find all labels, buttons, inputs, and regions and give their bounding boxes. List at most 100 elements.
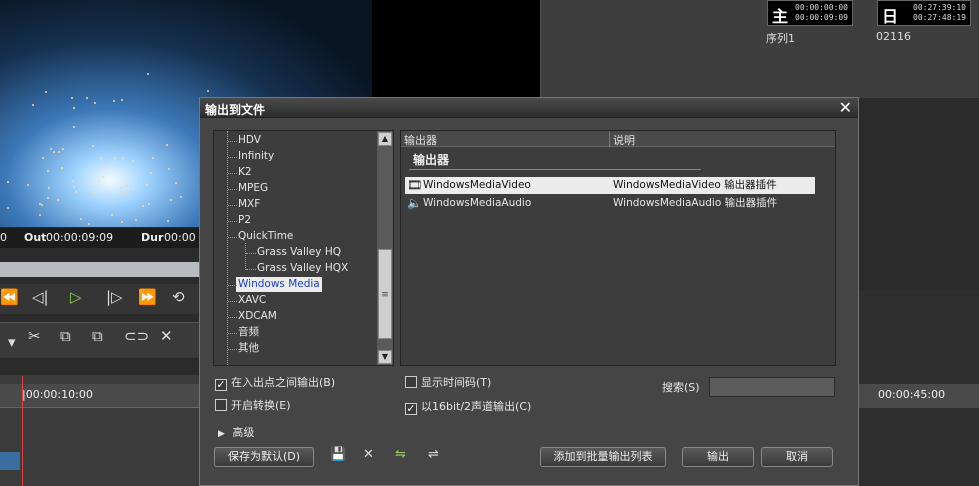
copy-icon[interactable]: ⧉: [60, 327, 71, 345]
step-forward-icon[interactable]: |▷: [106, 288, 123, 306]
sequence-icon: 日: [882, 7, 899, 26]
bit16-checkbox[interactable]: ✓ 以16bit/2声道输出(C): [405, 399, 531, 415]
exporter-description: WindowsMediaAudio 输出器插件: [613, 197, 778, 209]
add-batch-button[interactable]: 添加到批量输出列表: [540, 447, 666, 467]
play-icon[interactable]: ▷: [70, 288, 82, 306]
film-icon: 🎞: [407, 178, 423, 192]
timecode-bar: 0 Out 00:00:09:09 Dur 00:00: [0, 228, 200, 248]
advanced-expander[interactable]: ▶ 高级: [218, 424, 254, 440]
fast-forward-icon[interactable]: ⏩: [138, 288, 157, 306]
save-default-button[interactable]: 保存为默认(D): [214, 447, 314, 467]
checkbox-mark: ✓: [215, 378, 227, 391]
checkbox-label: 开启转换(E): [231, 399, 291, 412]
save-icon[interactable]: 💾: [330, 447, 346, 462]
sequence-thumb-2[interactable]: 日 00:27:39:10 00:27:48:19: [877, 0, 971, 26]
exporter-list: 输出器 说明 输出器 🎞 WindowsMediaVideo WindowsMe…: [400, 130, 836, 366]
cut-icon[interactable]: ✂: [28, 327, 41, 345]
timeline-ruler-right[interactable]: 00:00:45:00: [858, 384, 979, 408]
scroll-up-icon[interactable]: ▲: [378, 132, 392, 146]
tree-item[interactable]: XAVC: [238, 293, 266, 308]
out-label: Out: [24, 231, 47, 244]
tree-item[interactable]: 其他: [238, 341, 259, 356]
cancel-button[interactable]: 取消: [761, 447, 833, 467]
transport-controls: ⏪ ◁| ▷ |▷ ⏩ ⟲: [0, 284, 200, 314]
checkbox-mark: [405, 376, 417, 388]
advanced-label: 高级: [232, 426, 255, 439]
sequence-label: 02116: [876, 30, 911, 43]
scroll-down-icon[interactable]: ▼: [378, 350, 392, 364]
out-timecode: 00:00:09:09: [46, 231, 114, 244]
format-tree: HDV Infinity K2 MPEG MXF P2 QuickTime Grass Val…: [213, 130, 394, 366]
ruler-timecode: 00:00:45:00: [878, 388, 946, 401]
import-preset-icon[interactable]: ⇋: [395, 447, 406, 462]
tree-item[interactable]: XDCAM: [238, 309, 277, 324]
checkbox-label: 在入出点之间输出(B): [231, 376, 336, 389]
delete-icon[interactable]: ✕: [160, 327, 173, 345]
scrub-bar[interactable]: [0, 262, 200, 277]
tree-item[interactable]: P2: [238, 213, 251, 228]
speaker-icon: 🔈: [407, 196, 422, 210]
tree-item[interactable]: MXF: [238, 197, 260, 212]
export-dialog: 输出到文件 ✕ HDV Infinity K2 MPEG MXF P2 QuickTime G…: [199, 97, 859, 486]
tree-item[interactable]: K2: [238, 165, 252, 180]
checkbox-label: 以16bit/2声道输出(C): [421, 400, 532, 413]
sequence-timecode: 00:27:39:10: [913, 3, 966, 12]
group-title: 输出器: [413, 153, 450, 167]
expand-arrow-icon: ▶: [218, 429, 225, 439]
tree-item[interactable]: Grass Valley HQ: [257, 245, 341, 260]
tree-item[interactable]: QuickTime: [238, 229, 293, 244]
dur-label: Dur: [141, 231, 164, 244]
export-preset-icon[interactable]: ⇌: [428, 447, 439, 462]
paste-icon[interactable]: ⧉: [92, 327, 103, 345]
sequence-icon: 主: [772, 7, 789, 26]
exporter-description: WindowsMediaVideo 输出器插件: [613, 179, 777, 191]
preview-border-area: [372, 0, 540, 98]
exporter-name: WindowsMediaVideo: [423, 179, 531, 191]
tree-item[interactable]: Windows Media: [236, 277, 322, 292]
list-item[interactable]: 🎞 WindowsMediaVideo WindowsMediaVideo 输出…: [405, 177, 815, 194]
tree-item[interactable]: MPEG: [238, 181, 268, 196]
scroll-thumb[interactable]: ≡: [378, 249, 392, 339]
edit-toolbar: ▾ ✂ ⧉ ⧉ ⊂⊃ ✕: [0, 322, 200, 358]
tree-scrollbar[interactable]: ▲ ≡ ▼: [377, 131, 393, 365]
ruler-timecode: |00:00:10:00: [22, 388, 93, 401]
enable-convert-checkbox[interactable]: 开启转换(E): [215, 398, 291, 414]
sequence-timecode: 00:00:09:09: [795, 13, 848, 22]
playhead[interactable]: [22, 376, 23, 486]
search-label: 搜索(S): [662, 381, 700, 394]
tree-item[interactable]: HDV: [238, 133, 261, 148]
sequence-panel: 主 00:00:00:00 00:00:09:09 序列1 日 00:27:39…: [540, 0, 979, 98]
list-item[interactable]: 🔈 WindowsMediaAudio WindowsMediaAudio 输出…: [405, 195, 815, 212]
close-icon[interactable]: ✕: [839, 98, 852, 117]
sequence-timecode: 00:27:48:19: [913, 13, 966, 22]
column-header-exporter[interactable]: 输出器: [404, 132, 437, 148]
timeline-ruler[interactable]: |00:00:10:00: [0, 376, 200, 486]
sequence-thumb-1[interactable]: 主 00:00:00:00 00:00:09:09: [767, 0, 853, 26]
dialog-titlebar[interactable]: 输出到文件 ✕: [200, 98, 858, 118]
checkbox-label: 显示时间码(T): [421, 376, 492, 389]
tree-item[interactable]: Grass Valley HQX: [257, 261, 348, 276]
delete-icon[interactable]: ✕: [363, 447, 374, 462]
dialog-title: 输出到文件: [205, 103, 266, 117]
loop-icon[interactable]: ⟲: [172, 288, 185, 306]
rewind-icon[interactable]: ⏪: [0, 288, 19, 306]
step-back-icon[interactable]: ◁|: [32, 288, 49, 306]
tree-item[interactable]: 音频: [238, 325, 259, 340]
in-out-checkbox[interactable]: ✓ 在入出点之间输出(B): [215, 375, 335, 391]
sequence-label: 序列1: [766, 32, 795, 45]
checkbox-mark: ✓: [405, 402, 417, 415]
sequence-timecode: 00:00:00:00: [795, 3, 848, 12]
clip-thumbnail[interactable]: [0, 452, 20, 470]
list-header: 输出器 说明: [401, 131, 835, 147]
tree-item[interactable]: Infinity: [238, 149, 274, 164]
dropdown-icon[interactable]: ▾: [8, 333, 16, 351]
dur-timecode: 00:00: [164, 231, 196, 244]
timecode-in: 0: [0, 231, 7, 244]
link-icon[interactable]: ⊂⊃: [124, 327, 149, 345]
column-header-description[interactable]: 说明: [613, 132, 635, 148]
search-input[interactable]: [709, 377, 835, 397]
export-button[interactable]: 输出: [682, 447, 754, 467]
checkbox-mark: [215, 399, 227, 411]
show-timecode-checkbox[interactable]: 显示时间码(T): [405, 375, 491, 391]
exporter-name: WindowsMediaAudio: [423, 197, 532, 209]
